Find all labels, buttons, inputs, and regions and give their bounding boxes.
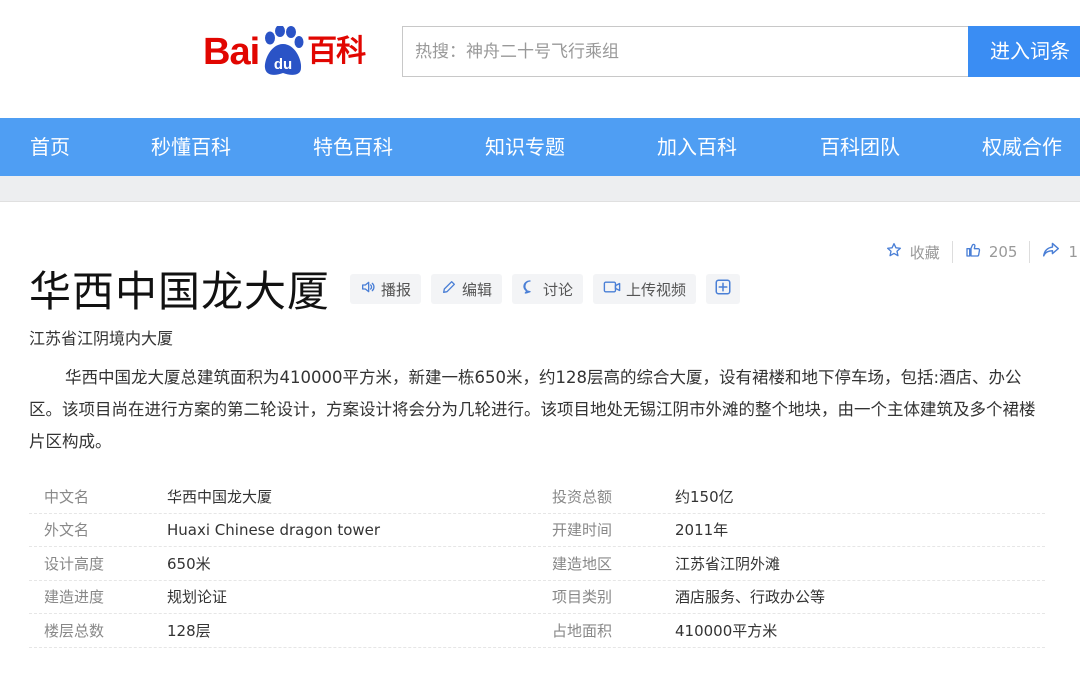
info-row: 中文名 华西中国龙大厦 投资总额 约150亿 [29, 480, 1045, 514]
pencil-icon [441, 279, 457, 299]
plus-icon [714, 278, 732, 300]
nav-item-team[interactable]: 百科团队 [820, 118, 900, 176]
sub-nav-bar [0, 176, 1080, 202]
info-value: 410000平方米 [675, 621, 778, 640]
logo-du-text: du [274, 56, 292, 73]
info-label: 楼层总数 [44, 621, 105, 640]
share-icon [1042, 242, 1060, 262]
favorite-button[interactable]: 收藏 [874, 242, 952, 263]
info-label: 投资总额 [552, 487, 613, 506]
broadcast-button[interactable]: 播报 [350, 274, 422, 304]
info-label: 项目类别 [552, 588, 613, 607]
enter-entry-button[interactable]: 进入词条 [968, 26, 1080, 77]
info-value: 650米 [167, 554, 211, 573]
edit-label: 编辑 [462, 280, 493, 299]
info-label: 建造地区 [552, 554, 613, 573]
info-value: 约150亿 [675, 487, 734, 506]
logo-bai-text: Bai [203, 31, 260, 73]
like-count: 205 [988, 243, 1018, 261]
info-label: 开建时间 [552, 521, 613, 540]
nav-item-featured[interactable]: 特色百科 [313, 118, 393, 176]
info-label: 外文名 [44, 521, 90, 540]
search-input[interactable] [403, 27, 970, 76]
edit-button[interactable]: 编辑 [431, 274, 503, 304]
share-count: 1 [1068, 243, 1078, 261]
discuss-label: 讨论 [543, 280, 574, 299]
star-icon [886, 242, 902, 262]
like-button[interactable]: 205 [953, 242, 1030, 262]
info-value: 规划论证 [167, 588, 228, 607]
info-row: 建造进度 规划论证 项目类别 酒店服务、行政办公等 [29, 581, 1045, 614]
entry-actions: 收藏 205 1 [874, 240, 1080, 264]
nav-item-join[interactable]: 加入百科 [657, 118, 737, 176]
info-row: 设计高度 650米 建造地区 江苏省江阴外滩 [29, 547, 1045, 581]
entry-subtitle: 江苏省江阴境内大厦 [29, 329, 174, 348]
entry-toolbar: 播报 编辑 讨论 上传视频 [350, 274, 741, 304]
speaker-icon [360, 279, 376, 299]
info-value: Huaxi Chinese dragon tower [167, 520, 381, 539]
favorite-label: 收藏 [909, 243, 940, 262]
logo-baike-text: 百科 [307, 34, 366, 69]
info-value: 酒店服务、行政办公等 [675, 588, 826, 607]
info-label: 中文名 [44, 487, 90, 506]
header: Bai du 百科 进入词条 [0, 0, 1080, 118]
chat-bubble-icon [522, 279, 538, 299]
video-icon [603, 279, 621, 299]
baidu-baike-logo[interactable]: Bai du 百科 [203, 18, 366, 78]
info-label: 设计高度 [44, 554, 105, 573]
discuss-button[interactable]: 讨论 [512, 274, 584, 304]
nav-item-miaodong[interactable]: 秒懂百科 [151, 118, 231, 176]
info-value: 2011年 [675, 521, 729, 540]
paw-icon: du [261, 26, 305, 78]
basic-info-table: 中文名 华西中国龙大厦 投资总额 约150亿 外文名 Huaxi Chinese… [29, 480, 1045, 648]
info-label: 占地面积 [552, 621, 613, 640]
more-tools-button[interactable] [706, 274, 741, 304]
info-value: 华西中国龙大厦 [167, 487, 273, 506]
info-value: 江苏省江阴外滩 [675, 554, 781, 573]
nav-item-home[interactable]: 首页 [30, 118, 70, 176]
main-nav: 首页 秒懂百科 特色百科 知识专题 加入百科 百科团队 权威合作 [0, 118, 1080, 176]
page-title: 华西中国龙大厦 [29, 267, 331, 316]
thumbs-up-icon [965, 242, 981, 262]
search-box [402, 26, 970, 77]
info-row: 外文名 Huaxi Chinese dragon tower 开建时间 2011… [29, 514, 1045, 547]
entry-summary: 华西中国龙大厦总建筑面积为410000平方米，新建一栋650米，约128层高的综… [29, 368, 1036, 451]
upload-video-button[interactable]: 上传视频 [593, 274, 697, 304]
info-label: 建造进度 [44, 588, 105, 607]
share-button[interactable]: 1 [1030, 242, 1080, 262]
nav-item-cooperation[interactable]: 权威合作 [982, 118, 1062, 176]
broadcast-label: 播报 [381, 280, 412, 299]
nav-item-topics[interactable]: 知识专题 [485, 118, 565, 176]
upload-video-label: 上传视频 [626, 280, 687, 299]
info-row: 楼层总数 128层 占地面积 410000平方米 [29, 614, 1045, 648]
info-value: 128层 [167, 621, 211, 640]
